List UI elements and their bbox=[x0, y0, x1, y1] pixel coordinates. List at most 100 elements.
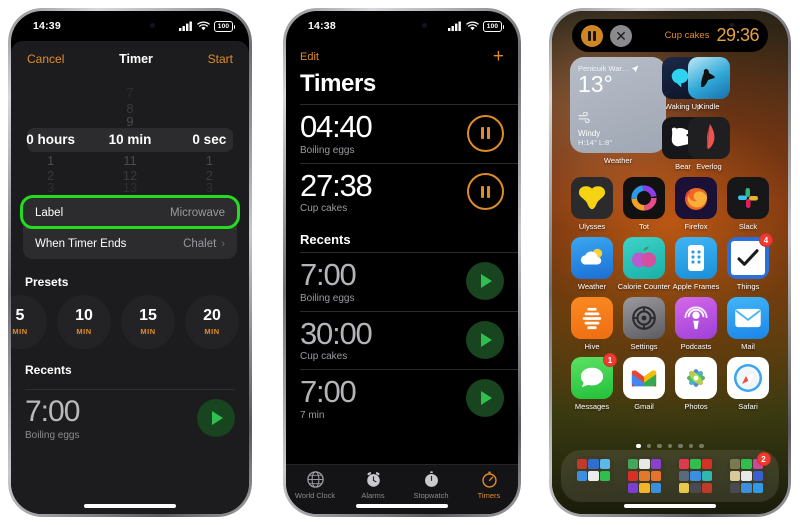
cancel-button[interactable]: Cancel bbox=[27, 52, 64, 66]
duration-picker[interactable]: 0 hours 1 2 3 7 8 9 10 min 11 12 13 0 se… bbox=[11, 81, 249, 195]
picker-minutes-above-3: 7 bbox=[126, 85, 134, 100]
screenshot-canvas: 14:39 100 Cancel Timer Start 0 hours 1 2… bbox=[0, 0, 800, 525]
preset-15min[interactable]: 15 MIN bbox=[121, 295, 175, 349]
grid-right-two-columns: Waking Up Kindle Bear Everlog bbox=[662, 57, 774, 171]
recent-item-p2-2[interactable]: 7:00 7 min bbox=[286, 370, 518, 428]
app-weather[interactable]: Weather bbox=[566, 237, 618, 291]
page-dot-2[interactable] bbox=[646, 443, 652, 448]
home-indicator[interactable] bbox=[84, 504, 176, 508]
recent-item-p1-0[interactable]: 7:00 Boiling eggs bbox=[11, 390, 249, 441]
hive-icon bbox=[571, 297, 613, 339]
gmail-icon bbox=[623, 357, 665, 399]
page-dot-4[interactable] bbox=[667, 443, 673, 448]
when-timer-ends-row[interactable]: When Timer Ends Chalet › bbox=[23, 228, 237, 259]
running-timer-0-pause-button[interactable] bbox=[467, 114, 504, 152]
grid-row-5: Hive Settings Podcasts Mail bbox=[566, 297, 774, 351]
dock-folder-2[interactable] bbox=[624, 456, 665, 496]
app-mail[interactable]: Mail bbox=[722, 297, 774, 351]
app-everlog[interactable]: Everlog bbox=[688, 117, 730, 171]
page-dot-1[interactable] bbox=[636, 443, 641, 448]
recent-item-p2-1[interactable]: 30:00 Cup cakes bbox=[286, 312, 518, 370]
front-camera-icon-p2 bbox=[422, 23, 427, 28]
running-timer-1-pause-button[interactable] bbox=[467, 173, 504, 211]
page-dot-3[interactable] bbox=[657, 443, 662, 448]
start-button[interactable]: Start bbox=[208, 52, 233, 66]
when-timer-ends-value-wrap: Chalet › bbox=[183, 238, 225, 250]
tab-world-clock[interactable]: World Clock bbox=[286, 470, 344, 500]
preset-10min-unit: MIN bbox=[76, 327, 92, 336]
weather-widget-cell[interactable]: Penicuik War… 13° Windy H:14° L:8° Weath… bbox=[566, 57, 670, 171]
mail-icon bbox=[727, 297, 769, 339]
app-everlog-iconwrap bbox=[688, 117, 730, 159]
wifi-icon bbox=[197, 21, 210, 31]
app-gmail[interactable]: Gmail bbox=[618, 357, 670, 411]
recent-item-p2-0-label: Boiling eggs bbox=[300, 292, 355, 304]
app-photos[interactable]: Photos bbox=[670, 357, 722, 411]
dock: 2 bbox=[561, 450, 779, 502]
app-slack[interactable]: Slack bbox=[722, 177, 774, 231]
app-podcasts-label: Podcasts bbox=[680, 342, 712, 351]
island-pause-button[interactable] bbox=[581, 24, 603, 47]
app-kindle[interactable]: Kindle bbox=[688, 57, 730, 111]
app-things[interactable]: 4 Things bbox=[722, 233, 774, 291]
recent-item-p1-0-play-button[interactable] bbox=[197, 399, 235, 438]
island-close-button[interactable]: ✕ bbox=[610, 24, 632, 47]
running-timer-1[interactable]: 27:38 Cup cakes bbox=[286, 164, 518, 222]
recent-item-p2-0-play-button[interactable] bbox=[466, 262, 504, 301]
label-row[interactable]: Label Microwave bbox=[23, 198, 237, 228]
page-title: Timers bbox=[300, 70, 376, 97]
app-tot[interactable]: Tot bbox=[618, 177, 670, 231]
grid-row-widget: Penicuik War… 13° Windy H:14° L:8° Weath… bbox=[566, 57, 774, 171]
recent-item-p2-1-play-button[interactable] bbox=[466, 320, 504, 359]
edit-button[interactable]: Edit bbox=[300, 51, 319, 63]
app-hive[interactable]: Hive bbox=[566, 297, 618, 351]
preset-20min[interactable]: 20 MIN bbox=[185, 295, 239, 349]
app-apple-frames[interactable]: Apple Frames bbox=[670, 237, 722, 291]
island-timer-name: Cup cakes bbox=[664, 30, 710, 41]
app-podcasts[interactable]: Podcasts bbox=[670, 297, 722, 351]
page-dots[interactable] bbox=[552, 443, 788, 448]
recent-item-p2-2-play-button[interactable] bbox=[466, 379, 504, 418]
cellular-bars-icon bbox=[179, 21, 192, 31]
dock-folder-1[interactable] bbox=[573, 456, 614, 496]
app-settings[interactable]: Settings bbox=[618, 297, 670, 351]
dock-folder-3[interactable] bbox=[675, 456, 716, 496]
dynamic-island-p2 bbox=[365, 16, 439, 36]
app-mail-label: Mail bbox=[741, 342, 755, 351]
dock-folder-4[interactable]: 2 bbox=[726, 452, 771, 496]
home-indicator-p2[interactable] bbox=[356, 504, 448, 508]
preset-5min[interactable]: 5 MIN bbox=[11, 295, 47, 349]
home-indicator-p3[interactable] bbox=[624, 504, 716, 508]
tab-timers[interactable]: Timers bbox=[460, 470, 518, 500]
weather-condition: Windy bbox=[578, 129, 601, 138]
app-firefox[interactable]: Firefox bbox=[670, 177, 722, 231]
app-calorie-counter[interactable]: Calorie Counter bbox=[618, 237, 670, 291]
page-dot-7[interactable] bbox=[699, 443, 704, 448]
add-timer-button[interactable]: + bbox=[493, 47, 504, 66]
tab-stopwatch[interactable]: Stopwatch bbox=[402, 470, 460, 500]
picker-column-minutes[interactable]: 7 8 9 10 min 11 12 13 bbox=[90, 81, 169, 195]
app-messages[interactable]: 1 Messages bbox=[566, 353, 618, 411]
running-timer-0[interactable]: 04:40 Boiling eggs bbox=[286, 105, 518, 163]
preset-10min[interactable]: 10 MIN bbox=[57, 295, 111, 349]
pause-icon-island bbox=[588, 30, 596, 41]
presets-heading: Presets bbox=[25, 275, 69, 289]
preset-15min-unit: MIN bbox=[140, 327, 156, 336]
page-dot-5[interactable] bbox=[678, 443, 683, 448]
picker-column-seconds[interactable]: 0 sec 1 2 3 bbox=[170, 81, 249, 195]
recent-item-p2-0[interactable]: 7:00 Boiling eggs bbox=[286, 253, 518, 311]
calorie-counter-icon bbox=[623, 237, 665, 279]
app-ulysses[interactable]: Ulysses bbox=[566, 177, 618, 231]
presets-scroller[interactable]: 5 MIN 10 MIN 15 MIN 20 MIN bbox=[11, 295, 249, 349]
page-dot-6[interactable] bbox=[688, 443, 694, 448]
preset-15min-number: 15 bbox=[139, 307, 157, 324]
slack-icon bbox=[727, 177, 769, 219]
recent-item-p2-1-label: Cup cakes bbox=[300, 351, 348, 363]
weather-widget[interactable]: Penicuik War… 13° Windy H:14° L:8° bbox=[570, 57, 666, 153]
phone-3-home-screen: ✕ Cup cakes 29:36 Penicuik War… 13° Wind… bbox=[549, 8, 791, 517]
tab-alarms[interactable]: Alarms bbox=[344, 470, 402, 500]
app-photos-label: Photos bbox=[684, 402, 708, 411]
app-safari[interactable]: Safari bbox=[722, 357, 774, 411]
picker-column-hours[interactable]: 0 hours 1 2 3 bbox=[11, 81, 90, 195]
live-activity-island[interactable]: ✕ Cup cakes 29:36 bbox=[572, 19, 768, 52]
